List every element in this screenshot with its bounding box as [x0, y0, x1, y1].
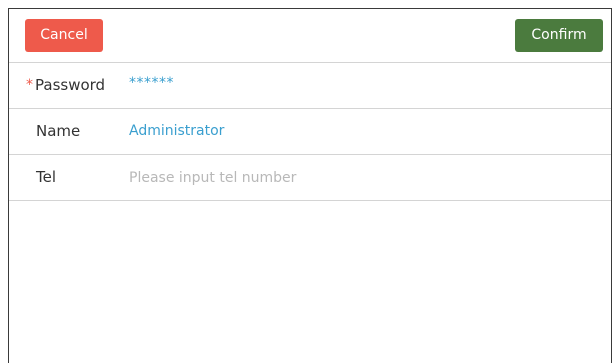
password-label: Password	[35, 76, 106, 94]
tel-row: Tel	[9, 155, 611, 201]
dialog-header: Cancel Confirm	[9, 9, 611, 63]
edit-user-dialog: Cancel Confirm * Password ****** Name Ad…	[8, 8, 612, 363]
name-row: Name Administrator	[9, 109, 611, 155]
cancel-button[interactable]: Cancel	[25, 19, 103, 52]
password-row: * Password ******	[9, 63, 611, 109]
name-label: Name	[36, 122, 81, 140]
tel-input[interactable]	[129, 155, 569, 201]
tel-label: Tel	[36, 168, 57, 186]
password-field[interactable]: ******	[129, 63, 569, 109]
name-field[interactable]: Administrator	[129, 109, 569, 155]
confirm-button[interactable]: Confirm	[515, 19, 603, 52]
required-mark: *	[26, 77, 33, 93]
